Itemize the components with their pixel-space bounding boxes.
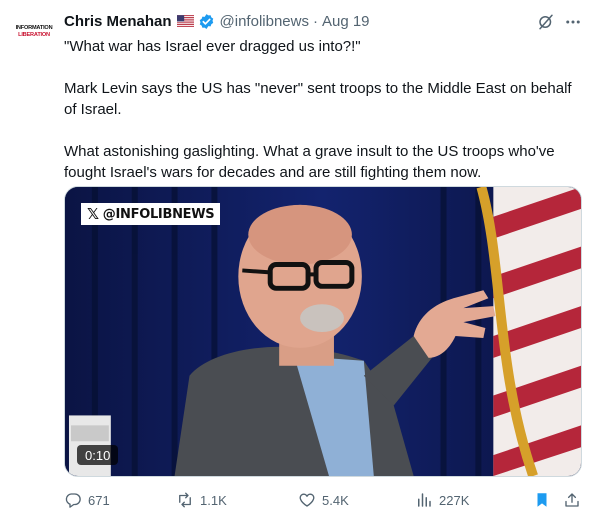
avatar-line1: INFORMATION — [15, 24, 53, 31]
bookmark-icon — [537, 493, 547, 507]
x-logo-icon: 𝕏 — [87, 204, 99, 223]
tweet-header: Chris Menahan @infolibnews · Aug 19 — [64, 11, 370, 31]
tweet-paragraph: Mark Levin says the US has "never" sent … — [64, 80, 572, 118]
verified-badge-icon — [199, 13, 213, 29]
tweet-paragraph: What astonishing gaslighting. What a gra… — [64, 143, 555, 181]
tweet-text: "What war has Israel ever dragged us int… — [64, 36, 584, 183]
avatar-line2: LIBERATION — [18, 31, 50, 38]
views-icon — [418, 493, 431, 507]
avatar[interactable]: INFORMATION LIBERATION — [14, 22, 54, 42]
repost-count: 1.1K — [200, 492, 227, 508]
video-timestamp: 0:10 — [77, 445, 119, 465]
reply-icon — [65, 493, 81, 508]
views-button[interactable]: 227K — [415, 488, 469, 512]
bookmark-button[interactable] — [533, 488, 551, 512]
more-icon[interactable] — [563, 13, 583, 31]
like-button[interactable]: 5.4K — [298, 488, 349, 512]
repost-icon — [179, 492, 191, 508]
views-count: 227K — [439, 492, 470, 508]
us-flag-icon — [176, 15, 194, 27]
video-watermark: 𝕏 @INFOLIBNEWS — [81, 203, 221, 225]
heart-icon — [299, 493, 315, 507]
action-bar: 671 1.1K 5.4K 227K — [64, 488, 584, 512]
share-button[interactable] — [563, 488, 581, 512]
handle[interactable]: @infolibnews — [220, 13, 309, 30]
share-icon — [565, 493, 579, 507]
reply-button[interactable]: 671 — [64, 488, 110, 512]
watermark-text: @INFOLIBNEWS — [102, 206, 215, 222]
tweet-date[interactable]: Aug 19 — [322, 13, 370, 30]
separator-dot: · — [312, 12, 318, 30]
like-count: 5.4K — [322, 492, 349, 508]
display-name[interactable]: Chris Menahan — [64, 13, 172, 30]
video-frame — [65, 187, 581, 476]
reply-count: 671 — [88, 492, 110, 508]
grok-icon[interactable] — [537, 13, 555, 31]
tweet-paragraph: "What war has Israel ever dragged us int… — [64, 38, 361, 55]
video-player[interactable]: 𝕏 @INFOLIBNEWS 0:10 — [64, 186, 582, 477]
repost-button[interactable]: 1.1K — [176, 488, 227, 512]
